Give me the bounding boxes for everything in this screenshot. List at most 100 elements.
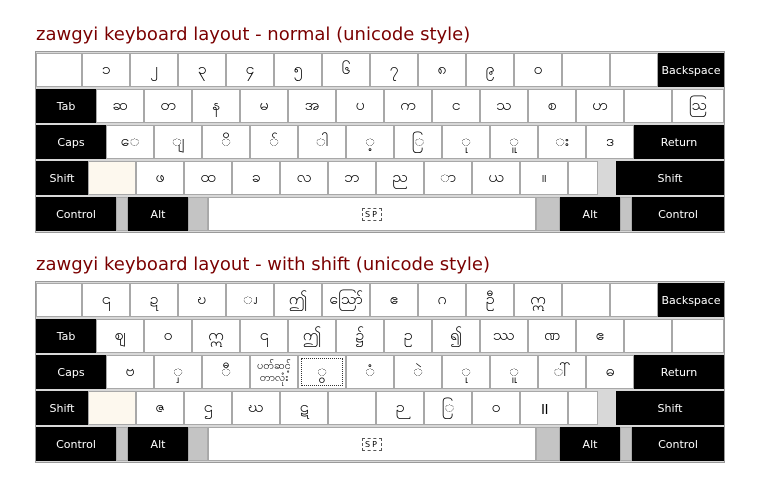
key-char[interactable]	[624, 89, 672, 123]
tab-key[interactable]: Tab	[36, 89, 96, 123]
key-char[interactable]: ၎	[240, 319, 288, 353]
key-char[interactable]: ဇ	[136, 391, 184, 425]
key-char[interactable]	[672, 319, 724, 353]
key-char[interactable]: ဋ	[280, 391, 328, 425]
alt-key-right[interactable]: Alt	[560, 197, 620, 231]
key-char[interactable]: ဎ	[178, 283, 226, 317]
modifier-gap[interactable]	[116, 197, 128, 231]
caps-key[interactable]: Caps	[36, 355, 106, 389]
key-char[interactable]: ဒ	[586, 125, 634, 159]
key-char[interactable]: ၪ	[226, 283, 274, 317]
key-char[interactable]: ဧ	[576, 319, 624, 353]
key-char[interactable]: စ	[528, 89, 576, 123]
control-key-left[interactable]: Control	[36, 197, 116, 231]
key-char[interactable]: ည	[376, 161, 424, 195]
key-char[interactable]: န	[192, 89, 240, 123]
key-char[interactable]: ဗ	[106, 355, 154, 389]
key-char[interactable]: း	[538, 125, 586, 159]
modifier-gap[interactable]	[620, 197, 632, 231]
key-char[interactable]	[36, 53, 82, 87]
key-char[interactable]	[36, 283, 82, 317]
key-char[interactable]: ေ	[106, 125, 154, 159]
key-char[interactable]: ဃ	[232, 391, 280, 425]
key-char[interactable]: ့	[346, 125, 394, 159]
control-key-right[interactable]: Control	[632, 197, 724, 231]
key-char[interactable]: ဉ	[376, 391, 424, 425]
key-char[interactable]: ဩ	[672, 89, 724, 123]
tab-key[interactable]: Tab	[36, 319, 96, 353]
key-char[interactable]	[88, 391, 136, 425]
key-char[interactable]	[568, 161, 598, 195]
key-char[interactable]: ဌ	[184, 391, 232, 425]
key-char[interactable]: ဍ	[130, 283, 178, 317]
key-char[interactable]: ဂ	[418, 283, 466, 317]
key-char[interactable]: အ	[288, 89, 336, 123]
modifier-gap[interactable]	[188, 197, 208, 231]
key-char[interactable]	[610, 283, 658, 317]
key-char[interactable]: ြ	[394, 125, 442, 159]
modifier-gap[interactable]	[536, 427, 560, 461]
backspace-key[interactable]: Backspace	[658, 53, 724, 87]
key-char[interactable]: ဥ	[384, 319, 432, 353]
return-key[interactable]: Return	[634, 355, 724, 389]
shift-key-left[interactable]: Shift	[36, 161, 88, 195]
key-char[interactable]: ဈ	[96, 319, 144, 353]
key-char[interactable]: မ	[240, 89, 288, 123]
key-char[interactable]: ျ	[154, 125, 202, 159]
modifier-gap[interactable]	[188, 427, 208, 461]
key-char[interactable]: ၍	[432, 319, 480, 353]
key-char[interactable]: ၈	[418, 53, 466, 87]
key-char[interactable]: ိ	[202, 125, 250, 159]
key-char[interactable]: ဿ	[480, 319, 528, 353]
modifier-gap[interactable]	[536, 197, 560, 231]
key-char[interactable]: ြ	[424, 391, 472, 425]
alt-key-right[interactable]: Alt	[560, 427, 620, 461]
key-char[interactable]: ပတ်ဆင့် တာလုံး	[250, 355, 298, 389]
key-char[interactable]: ယ	[472, 161, 520, 195]
key-char[interactable]	[624, 319, 672, 353]
key-char[interactable]: ၌	[336, 319, 384, 353]
key-char[interactable]: ူ	[490, 355, 538, 389]
control-key-right[interactable]: Control	[632, 427, 724, 461]
key-char[interactable]: ဪ	[322, 283, 370, 317]
key-char[interactable]	[328, 391, 376, 425]
key-char[interactable]: ွ	[298, 355, 346, 389]
key-char[interactable]: ၉	[466, 53, 514, 87]
key-char[interactable]	[568, 391, 598, 425]
key-char[interactable]: ဘ	[328, 161, 376, 195]
modifier-gap[interactable]	[116, 427, 128, 461]
key-char[interactable]: ှ	[154, 355, 202, 389]
shift-key-right[interactable]: Shift	[616, 391, 724, 425]
key-char[interactable]: ၂	[130, 53, 178, 87]
key-char[interactable]: ု	[442, 355, 490, 389]
backspace-key[interactable]: Backspace	[658, 283, 724, 317]
key-char[interactable]: ခ	[232, 161, 280, 195]
caps-key[interactable]: Caps	[36, 125, 106, 159]
key-char[interactable]: ာ	[424, 161, 472, 195]
space-key[interactable]: SP	[208, 427, 536, 461]
key-char[interactable]: ဦ	[466, 283, 514, 317]
key-char[interactable]: ထ	[184, 161, 232, 195]
key-char[interactable]: ်	[250, 125, 298, 159]
key-char[interactable]: ၆	[322, 53, 370, 87]
shift-key-left[interactable]: Shift	[36, 391, 88, 425]
key-char[interactable]: ါ	[298, 125, 346, 159]
key-char[interactable]: ါ်	[538, 355, 586, 389]
key-char[interactable]: ီ	[202, 355, 250, 389]
key-char[interactable]: ဲ	[394, 355, 442, 389]
key-char[interactable]: ု	[442, 125, 490, 159]
key-char[interactable]	[562, 53, 610, 87]
key-char[interactable]: ဟ	[576, 89, 624, 123]
key-char[interactable]: ၅	[274, 53, 322, 87]
key-char[interactable]: ဝ	[472, 391, 520, 425]
key-char[interactable]: ၁	[82, 53, 130, 87]
modifier-gap[interactable]	[620, 427, 632, 461]
key-char[interactable]: ဏ	[528, 319, 576, 353]
key-char[interactable]: ဆ	[96, 89, 144, 123]
key-char[interactable]: ၀	[514, 53, 562, 87]
key-char[interactable]: လ	[280, 161, 328, 195]
key-char[interactable]: ူ	[490, 125, 538, 159]
key-char[interactable]: ဓ	[586, 355, 634, 389]
key-char[interactable]: ၃	[178, 53, 226, 87]
space-key[interactable]: SP	[208, 197, 536, 231]
